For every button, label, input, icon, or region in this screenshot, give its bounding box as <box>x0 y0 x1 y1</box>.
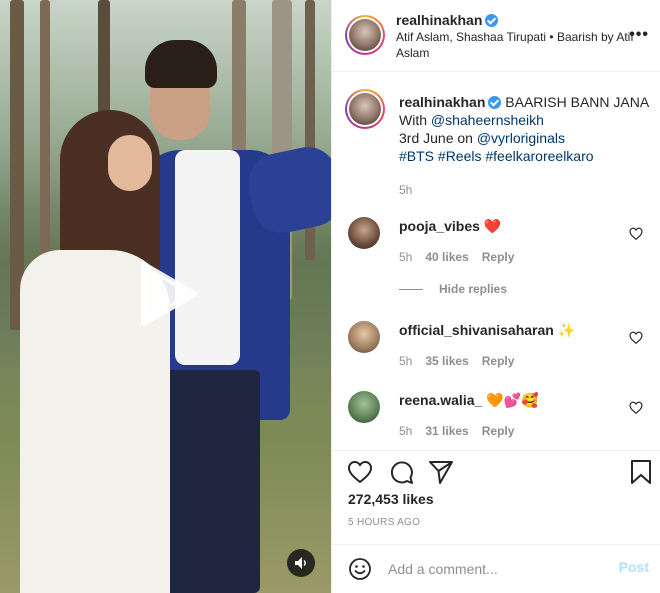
comment-text: 🧡💕🥰 <box>486 392 539 408</box>
heart-icon[interactable] <box>629 331 643 345</box>
comment-icon[interactable] <box>387 458 415 486</box>
share-icon[interactable] <box>427 458 455 486</box>
reply-button[interactable]: Reply <box>482 354 515 368</box>
comment-likes[interactable]: 35 likes <box>425 354 468 368</box>
emoji-icon[interactable] <box>348 557 372 581</box>
comment-item: reena.walia_ 🧡💕🥰 5h 31 likes Reply <box>348 391 648 450</box>
avatar[interactable] <box>345 15 385 55</box>
comment-item: pooja_vibes ❤️ 5h 40 likes Reply <box>348 217 648 277</box>
verified-icon <box>485 14 499 27</box>
comment-time[interactable]: 5h <box>399 250 412 264</box>
comment-text: ✨ <box>557 322 576 338</box>
man-shirt <box>175 150 240 365</box>
audio-info[interactable]: Atif Aslam, Shashaa Tirupati • Baarish b… <box>396 29 641 61</box>
reply-button[interactable]: Reply <box>482 424 515 438</box>
comment-likes[interactable]: 31 likes <box>425 424 468 438</box>
avatar[interactable] <box>348 217 380 249</box>
tree-trunk <box>40 0 50 280</box>
likes-count[interactable]: 272,453 likes <box>348 491 434 507</box>
play-button[interactable] <box>134 261 200 327</box>
add-comment-bar: Post <box>332 544 660 593</box>
caption-line2: With <box>399 112 431 128</box>
post-button[interactable]: Post <box>619 559 649 575</box>
caption-username[interactable]: realhinakhan <box>399 94 485 110</box>
hide-replies-button[interactable]: Hide replies <box>399 282 507 296</box>
bookmark-icon[interactable] <box>627 458 655 486</box>
caption-time[interactable]: 5h <box>399 181 659 199</box>
avatar[interactable] <box>348 321 380 353</box>
mention-link[interactable]: @shaheernsheikh <box>431 112 544 128</box>
woman-face <box>108 135 152 191</box>
comment-username[interactable]: official_shivanisaharan <box>399 322 554 338</box>
reply-button[interactable]: Reply <box>482 250 515 264</box>
volume-off-icon <box>295 557 306 569</box>
heart-icon[interactable] <box>629 227 643 241</box>
avatar[interactable] <box>348 391 380 423</box>
comment-username[interactable]: reena.walia_ <box>399 392 482 408</box>
post-header: realhinakhan Atif Aslam, Shashaa Tirupat… <box>332 0 660 72</box>
caption-line3: 3rd June on <box>399 130 477 146</box>
comment-username[interactable]: pooja_vibes <box>399 218 480 234</box>
comment-text: ❤️ <box>483 218 502 234</box>
comment-item: official_shivanisaharan ✨ 5h 35 likes Repl… <box>348 321 648 381</box>
play-icon <box>141 262 197 326</box>
comment-time[interactable]: 5h <box>399 424 412 438</box>
hashtags[interactable]: #BTS #Reels #feelkaroreelkaro <box>399 148 594 164</box>
heart-icon[interactable] <box>346 458 374 486</box>
man-hair <box>145 40 217 88</box>
comment-likes[interactable]: 40 likes <box>425 250 468 264</box>
header-username[interactable]: realhinakhan <box>396 12 482 28</box>
post-actions: 272,453 likes 5 HOURS AGO <box>332 450 660 544</box>
heart-icon[interactable] <box>629 401 643 415</box>
comment-time[interactable]: 5h <box>399 354 412 368</box>
caption-title: BAARISH BANN JANA <box>505 94 650 110</box>
post-time[interactable]: 5 HOURS AGO <box>348 517 420 528</box>
caption-text: realhinakhan BAARISH BANN JANA With @sha… <box>399 93 659 199</box>
avatar[interactable] <box>345 89 385 129</box>
mention-link[interactable]: @vyrloriginals <box>477 130 565 146</box>
mute-button[interactable] <box>287 549 315 577</box>
reel-video[interactable] <box>0 0 331 593</box>
post-panel: realhinakhan Atif Aslam, Shashaa Tirupat… <box>331 0 660 593</box>
more-options-icon[interactable]: ••• <box>629 26 649 44</box>
comment-input[interactable] <box>388 557 588 581</box>
verified-icon <box>488 96 502 109</box>
comments-section: realhinakhan BAARISH BANN JANA With @sha… <box>332 73 660 450</box>
